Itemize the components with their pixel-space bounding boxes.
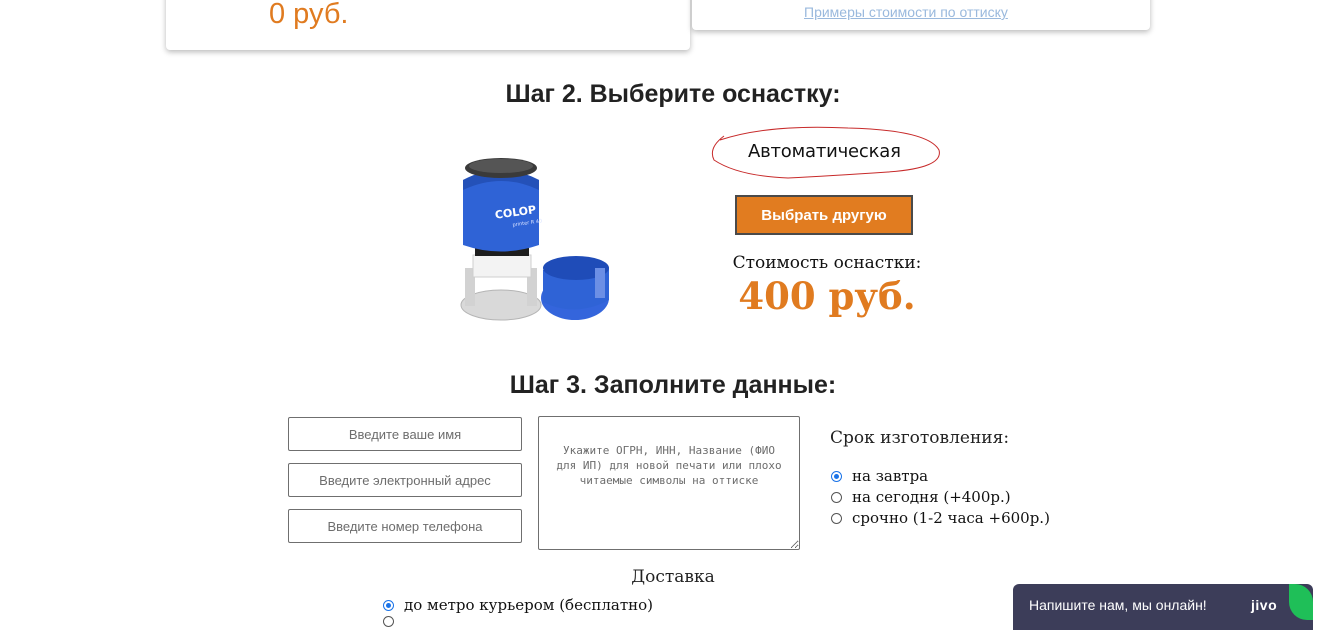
rig-type-value: Автоматическая [748,141,901,162]
delivery-option-label: до метро курьером (бесплатно) [404,596,654,614]
deadline-option-urgent[interactable]: срочно (1-2 часа +600р.) [831,509,1050,527]
jivo-logo: jivo [1251,597,1278,613]
deadline-title: Срок изготовления: [830,428,1010,448]
deadline-option-label: на сегодня (+400р.) [852,488,1011,506]
deadline-option-label: на завтра [852,467,929,485]
rig-cost-value: 400 руб. [738,274,916,318]
step3-title: Шаг 3. Заполните данные: [509,371,837,399]
step2-title: Шаг 2. Выберите оснастку: [505,80,841,108]
examples-cost-link[interactable]: Примеры стоимости по оттиску [804,4,1008,20]
deadline-option-today[interactable]: на сегодня (+400р.) [831,488,1011,506]
price-card-left: 0 руб. [166,0,690,50]
radio-icon[interactable] [831,512,842,524]
radio-icon[interactable] [831,491,842,503]
radio-selected-icon[interactable] [383,599,394,611]
chat-widget[interactable]: Напишите нам, мы онлайн! jivo [1013,584,1313,630]
card-left-price: 0 руб. [269,0,349,30]
email-input[interactable] [288,463,522,497]
chat-widget-text: Напишите нам, мы онлайн! [1029,597,1207,613]
choose-other-button[interactable]: Выбрать другую [735,195,913,235]
chat-status-icon [1289,584,1313,620]
radio-selected-icon[interactable] [831,470,842,482]
name-input[interactable] [288,417,522,451]
rig-type-label-highlight: Автоматическая [708,122,944,182]
deadline-option-tomorrow[interactable]: на завтра [831,467,928,485]
deadline-option-label: срочно (1-2 часа +600р.) [852,509,1050,527]
delivery-option-metro[interactable]: до метро курьером (бесплатно) [383,596,653,614]
price-card-right: Примеры стоимости по оттиску [692,0,1150,30]
details-textarea[interactable] [538,416,800,550]
rig-cost-label: Стоимость оснастки: [732,253,922,273]
stamp-product-image: COLOP printer R 40 [460,158,609,321]
phone-input[interactable] [288,509,522,543]
